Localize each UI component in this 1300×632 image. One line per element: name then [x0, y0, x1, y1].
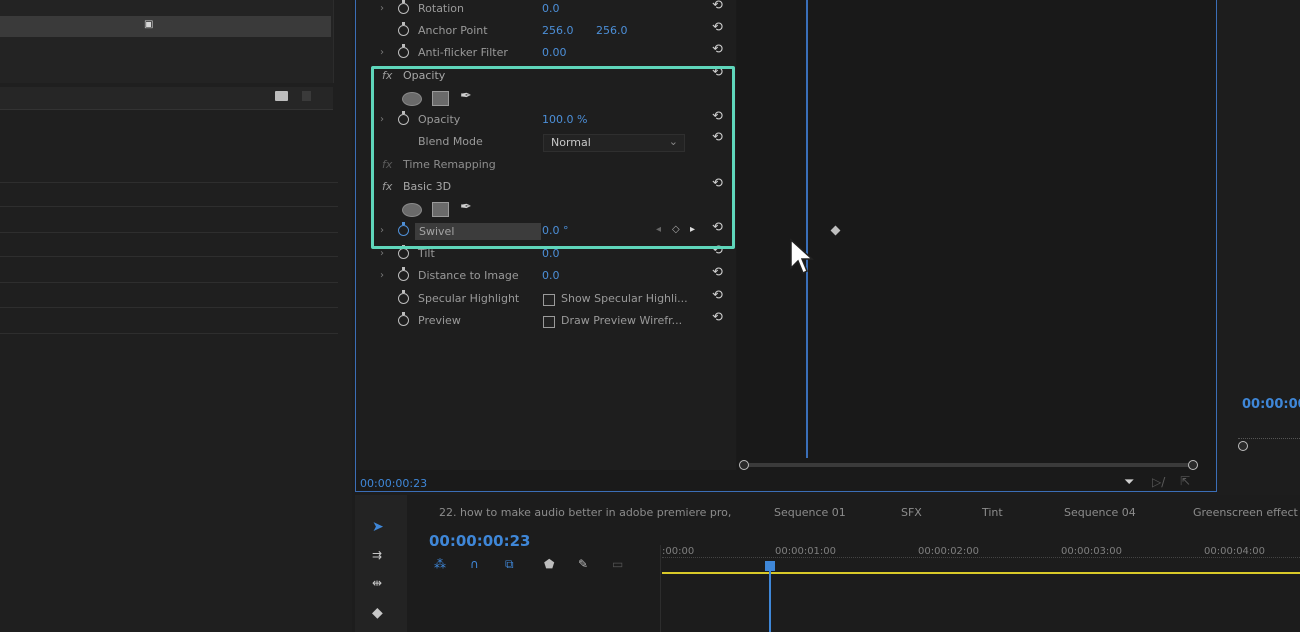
ruler-tick-label: 00:00:03:00 [1061, 546, 1123, 557]
nest-icon[interactable]: ⁂ [434, 557, 446, 571]
playhead-handle[interactable] [765, 561, 775, 571]
filter-icon[interactable]: ⏷ [1124, 475, 1134, 490]
tab-sequence[interactable]: Sequence 01 [774, 506, 846, 519]
reset-icon[interactable]: ⟲ [712, 310, 723, 325]
divider [0, 307, 338, 308]
scroll-handle-left[interactable] [739, 460, 749, 470]
tab-sequence[interactable]: Tint [982, 506, 1003, 519]
distance-value[interactable]: 0.0 [542, 269, 560, 282]
tab-sequence[interactable]: 22. how to make audio better in adobe pr… [439, 506, 731, 519]
specular-checkbox[interactable] [543, 294, 555, 306]
divider [0, 206, 338, 207]
property-row-anchor-point[interactable]: Anchor Point 256.0 256.0 ⟲ [356, 20, 736, 44]
property-name: Preview [418, 314, 461, 327]
divider [0, 282, 338, 283]
property-row-anti-flicker[interactable]: › Anti-flicker Filter 0.00 ⟲ [356, 42, 736, 66]
twirl-icon[interactable]: › [380, 270, 384, 281]
program-scroll-handle[interactable] [1238, 441, 1248, 451]
source-panel [0, 0, 334, 83]
anchor-x-value[interactable]: 256.0 [542, 24, 574, 37]
razor-tool-icon[interactable]: ◆ [372, 605, 383, 621]
property-row-distance[interactable]: › Distance to Image 0.0 ⟲ [356, 265, 736, 289]
export-icon[interactable]: ⇱ [1180, 474, 1190, 488]
folder-icon[interactable] [275, 91, 288, 101]
anchor-y-value[interactable]: 256.0 [596, 24, 628, 37]
divider [0, 333, 338, 334]
tab-sequence[interactable]: SFX [901, 506, 922, 519]
ripple-edit-icon[interactable]: ⇹ [372, 576, 382, 590]
ec-zoom-scrollbar[interactable] [748, 463, 1190, 467]
tab-sequence[interactable]: Greenscreen effect [1193, 506, 1298, 519]
property-name: Distance to Image [418, 269, 519, 282]
stopwatch-icon[interactable] [398, 290, 409, 304]
anti-flicker-value[interactable]: 0.00 [542, 46, 567, 59]
play-audio-icon[interactable]: ▷/ [1152, 475, 1165, 489]
stopwatch-icon[interactable] [398, 44, 409, 58]
ec-playhead-line [806, 0, 808, 458]
property-row-preview[interactable]: Preview Draw Preview Wirefr... ⟲ [356, 310, 736, 334]
tab-sequence[interactable]: Sequence 04 [1064, 506, 1136, 519]
ruler-tick-label: 00:00:02:00 [918, 546, 980, 557]
reset-icon[interactable]: ⟲ [712, 42, 723, 57]
preview-checkbox[interactable] [543, 316, 555, 328]
reset-icon[interactable]: ⟲ [712, 20, 723, 35]
checkbox-label: Draw Preview Wirefr... [561, 314, 683, 327]
wrench-icon[interactable]: ✎ [578, 557, 588, 571]
property-name: Anti-flicker Filter [418, 46, 508, 59]
reset-icon[interactable]: ⟲ [712, 265, 723, 280]
track-select-icon[interactable]: ⇉ [372, 548, 382, 562]
stopwatch-icon[interactable] [398, 22, 409, 36]
source-toolbar[interactable] [0, 16, 331, 37]
ruler-tick-label: 00:00:04:00 [1204, 546, 1266, 557]
timeline-timecode[interactable]: 00:00:00:23 [429, 532, 531, 550]
selection-tool-icon[interactable]: ➤ [372, 519, 384, 535]
program-timecode[interactable]: 00:00:00 [1242, 397, 1300, 412]
property-row-specular[interactable]: Specular Highlight Show Specular Highli.… [356, 288, 736, 312]
stopwatch-icon[interactable] [398, 0, 409, 14]
property-name: Specular Highlight [418, 292, 520, 305]
snap-icon[interactable]: ∩ [470, 557, 479, 571]
marker-icon[interactable]: ⬟ [544, 557, 554, 571]
program-ruler[interactable] [1238, 430, 1300, 439]
rotation-value[interactable]: 0.0 [542, 2, 560, 15]
divider [0, 256, 338, 257]
divider [0, 182, 338, 183]
ruler-tick-label: :00:00 [662, 546, 695, 557]
panel-icon[interactable]: ▣ [144, 20, 156, 30]
twirl-icon[interactable]: › [380, 47, 384, 58]
time-ruler[interactable] [662, 557, 1300, 568]
twirl-icon[interactable]: › [380, 3, 384, 14]
divider [0, 232, 338, 233]
reset-icon[interactable]: ⟲ [712, 0, 723, 13]
scroll-handle-right[interactable] [1188, 460, 1198, 470]
property-name: Anchor Point [418, 24, 488, 37]
property-name: Rotation [418, 2, 465, 15]
captions-icon[interactable]: ▭ [612, 557, 623, 571]
mouse-cursor-icon [790, 238, 814, 275]
linked-selection-icon[interactable]: ⧉ [505, 557, 514, 572]
twirl-icon[interactable]: › [380, 248, 384, 259]
annotation-highlight-box [371, 66, 735, 249]
divider [660, 545, 661, 632]
checkbox-label: Show Specular Highli... [561, 292, 688, 305]
stopwatch-icon[interactable] [398, 267, 409, 281]
ruler-tick-label: 00:00:01:00 [775, 546, 837, 557]
sequence-tabs: 22. how to make audio better in adobe pr… [410, 497, 1300, 527]
playhead-line[interactable] [769, 563, 771, 632]
effect-controls-timeline [737, 0, 1216, 470]
work-area-bar[interactable] [662, 572, 1300, 574]
ec-timecode[interactable]: 00:00:00:23 [360, 477, 427, 490]
property-row-rotation[interactable]: › Rotation 0.0 ⟲ [356, 0, 736, 22]
reset-icon[interactable]: ⟲ [712, 288, 723, 303]
stopwatch-icon[interactable] [398, 245, 409, 259]
stopwatch-icon[interactable] [398, 312, 409, 326]
new-bin-icon[interactable] [302, 91, 311, 101]
